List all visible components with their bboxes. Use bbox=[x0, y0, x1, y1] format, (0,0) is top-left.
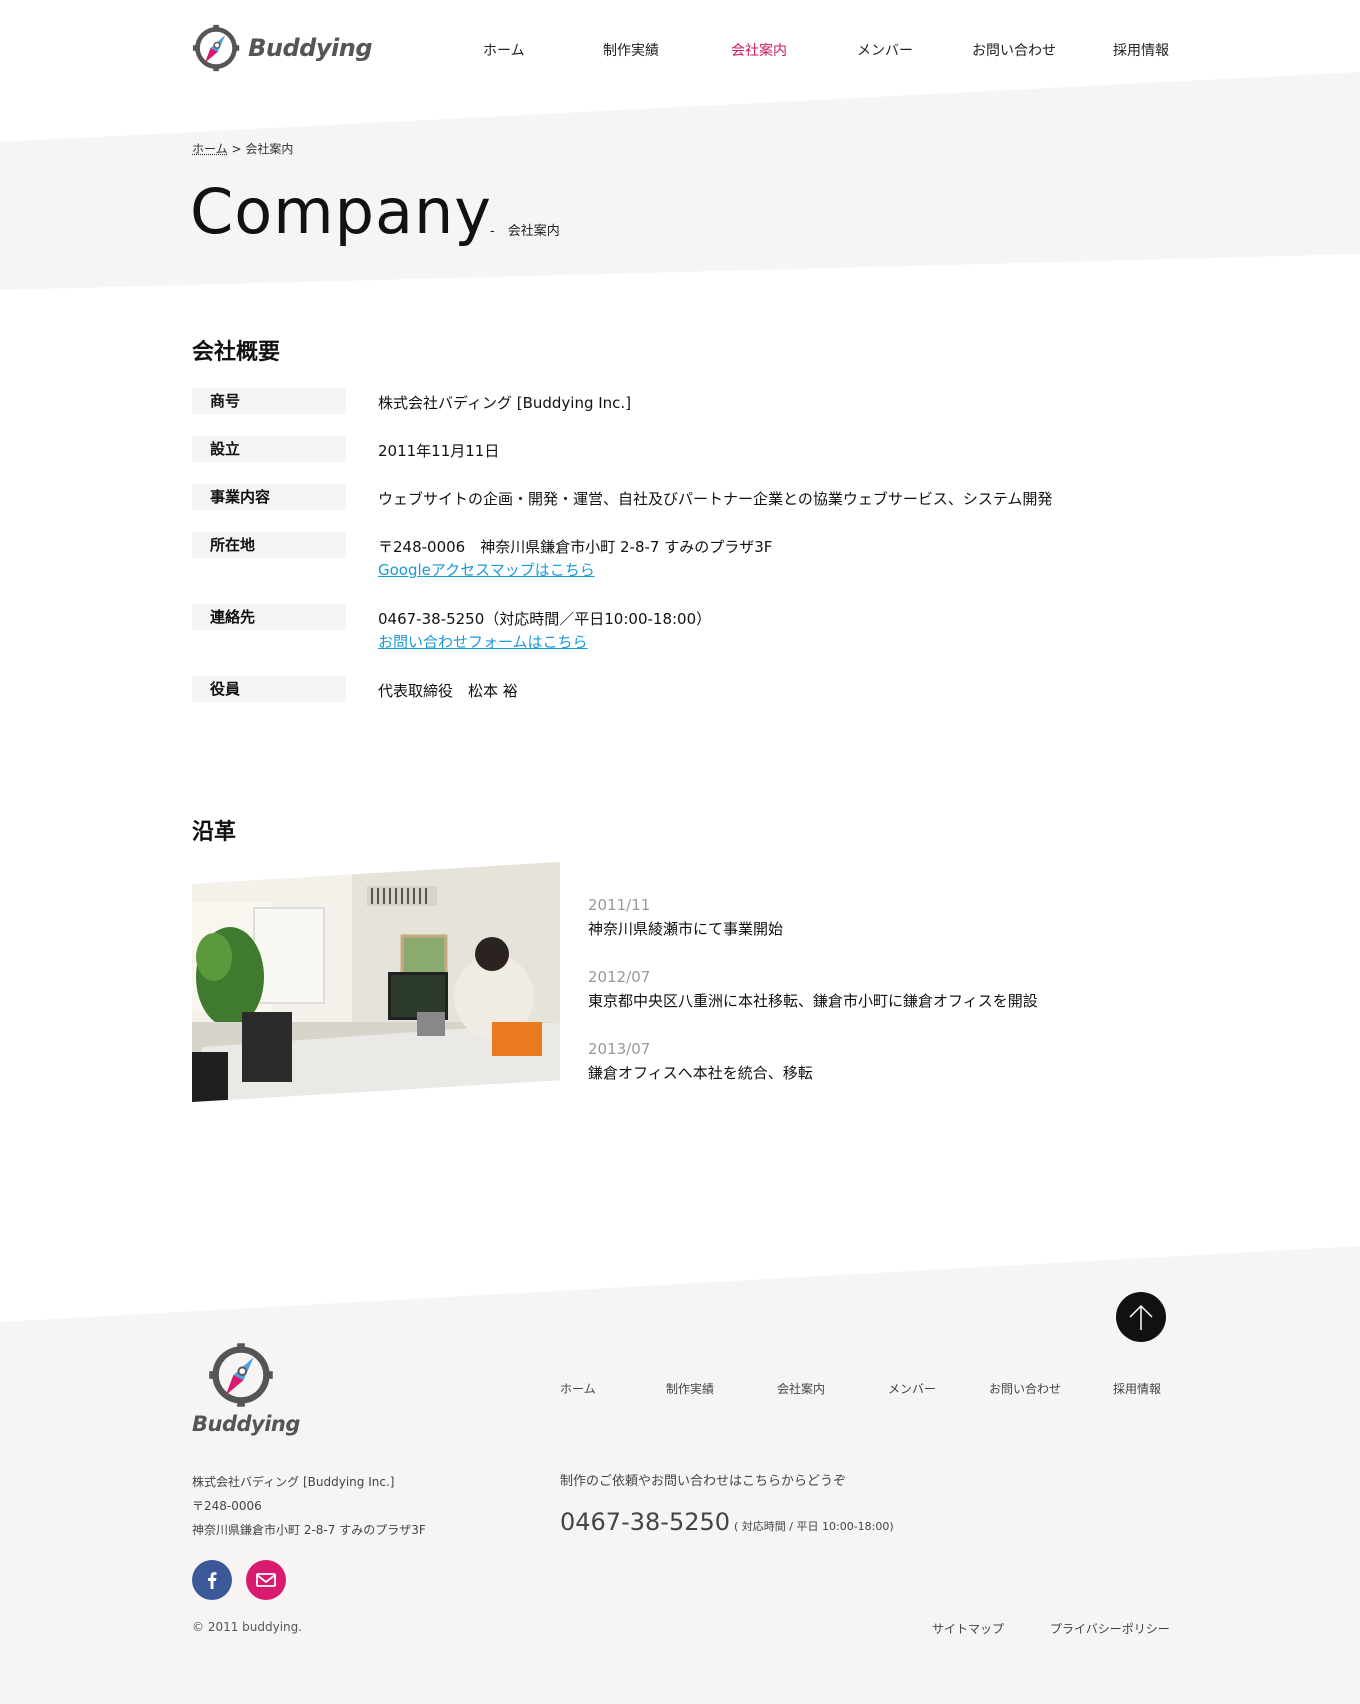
nav-company[interactable]: 会社案内 bbox=[731, 40, 787, 60]
footer-address: 神奈川県鎌倉市小町 2-8-7 すみのプラザ3F bbox=[192, 1523, 426, 1537]
history-heading: 沿革 bbox=[192, 820, 237, 845]
history-item: 2011/11 神奈川県綾瀬市にて事業開始 bbox=[588, 894, 783, 942]
contact-phone: 0467-38-5250( 対応時間 / 平日 10:00-18:00) bbox=[560, 1508, 894, 1536]
overview-value: 〒248-0006 神奈川県鎌倉市小町 2-8-7 すみのプラザ3F bbox=[378, 538, 773, 556]
nav-home[interactable]: ホーム bbox=[483, 40, 525, 60]
privacy-policy-link[interactable]: プライバシーポリシー bbox=[1050, 1620, 1170, 1637]
sitemap-link[interactable]: サイトマップ bbox=[932, 1620, 1004, 1637]
nav-members[interactable]: メンバー bbox=[857, 40, 913, 60]
back-to-top-button[interactable] bbox=[1116, 1292, 1166, 1342]
footer-nav: ホーム 制作実績 会社案内 メンバー お問い合わせ 採用情報 bbox=[558, 1380, 1198, 1400]
main-nav: ホーム 制作実績 会社案内 メンバー お問い合わせ 採用情報 bbox=[440, 40, 1180, 64]
logo-wordmark: Buddying bbox=[248, 34, 372, 62]
history-date: 2011/11 bbox=[588, 896, 651, 914]
breadcrumb-separator: > bbox=[231, 142, 242, 156]
overview-label: 事業内容 bbox=[192, 484, 346, 510]
contact-form-link[interactable]: お問い合わせフォームはこちら bbox=[378, 631, 588, 653]
footer-company-name: 株式会社バディング [Buddying Inc.] bbox=[192, 1475, 395, 1489]
footer-nav-company[interactable]: 会社案内 bbox=[777, 1380, 825, 1397]
footer-logo[interactable]: Buddying bbox=[192, 1342, 302, 1442]
nav-contact[interactable]: お問い合わせ bbox=[972, 40, 1056, 60]
nav-works[interactable]: 制作実績 bbox=[603, 40, 659, 60]
site-logo[interactable]: Buddying bbox=[192, 22, 372, 74]
overview-label: 役員 bbox=[192, 676, 346, 702]
overview-value: 0467-38-5250（対応時間／平日10:00-18:00） bbox=[378, 610, 712, 628]
facebook-button[interactable] bbox=[192, 1560, 232, 1600]
footer-nav-recruit[interactable]: 採用情報 bbox=[1113, 1380, 1161, 1397]
contact-lead: 制作のご依頼やお問い合わせはこちらからどうぞ bbox=[560, 1474, 847, 1489]
overview-label: 所在地 bbox=[192, 532, 346, 558]
copyright: © 2011 buddying. bbox=[192, 1620, 303, 1634]
overview-value: ウェブサイトの企画・開発・運営、自社及びパートナー企業との協業ウェブサービス、シ… bbox=[378, 490, 1053, 508]
arrow-up-icon bbox=[1129, 1304, 1153, 1330]
facebook-icon bbox=[208, 1572, 217, 1589]
mail-icon bbox=[256, 1573, 276, 1587]
google-map-link[interactable]: Googleアクセスマップはこちら bbox=[378, 559, 595, 581]
breadcrumb-current: 会社案内 bbox=[245, 142, 294, 156]
footer-company-info: 株式会社バディング [Buddying Inc.] 〒248-0006 神奈川県… bbox=[192, 1470, 426, 1542]
history-item: 2012/07 東京都中央区八重洲に本社移転、鎌倉市小町に鎌倉オフィスを開設 bbox=[588, 966, 1038, 1014]
mail-button[interactable] bbox=[246, 1560, 286, 1600]
footer-nav-home[interactable]: ホーム bbox=[560, 1380, 596, 1397]
phone-number: 0467-38-5250 bbox=[560, 1508, 731, 1536]
history-date: 2013/07 bbox=[588, 1040, 651, 1058]
history-date: 2012/07 bbox=[588, 968, 651, 986]
overview-label: 商号 bbox=[192, 388, 346, 414]
footer-logo-wordmark: Buddying bbox=[192, 1412, 300, 1436]
breadcrumb-home[interactable]: ホーム bbox=[192, 142, 228, 156]
compass-rocket-icon bbox=[209, 1343, 273, 1407]
overview-label: 連絡先 bbox=[192, 604, 346, 630]
footer-nav-members[interactable]: メンバー bbox=[888, 1380, 936, 1397]
breadcrumb: ホーム > 会社案内 bbox=[192, 140, 293, 157]
history-text: 神奈川県綾瀬市にて事業開始 bbox=[588, 920, 784, 938]
overview-label: 設立 bbox=[192, 436, 346, 462]
footer-postal-code: 〒248-0006 bbox=[192, 1499, 262, 1513]
page-title: Company bbox=[190, 175, 492, 248]
history-item: 2013/07 鎌倉オフィスへ本社を統合、移転 bbox=[588, 1038, 813, 1086]
nav-recruit[interactable]: 採用情報 bbox=[1113, 40, 1169, 60]
overview-value: 株式会社バディング [Buddying Inc.] bbox=[378, 394, 632, 412]
footer-nav-contact[interactable]: お問い合わせ bbox=[989, 1380, 1061, 1397]
compass-rocket-icon bbox=[192, 24, 240, 72]
history-text: 東京都中央区八重洲に本社移転、鎌倉市小町に鎌倉オフィスを開設 bbox=[588, 992, 1038, 1010]
overview-value: 代表取締役 松本 裕 bbox=[378, 682, 518, 700]
overview-value: 2011年11月11日 bbox=[378, 442, 500, 460]
overview-heading: 会社概要 bbox=[192, 340, 281, 365]
page-subtitle: - 会社案内 bbox=[490, 224, 560, 239]
office-photo bbox=[192, 862, 560, 1102]
phone-hours: ( 対応時間 / 平日 10:00-18:00) bbox=[734, 1520, 894, 1533]
footer-nav-works[interactable]: 制作実績 bbox=[666, 1380, 714, 1397]
history-text: 鎌倉オフィスへ本社を統合、移転 bbox=[588, 1064, 813, 1082]
